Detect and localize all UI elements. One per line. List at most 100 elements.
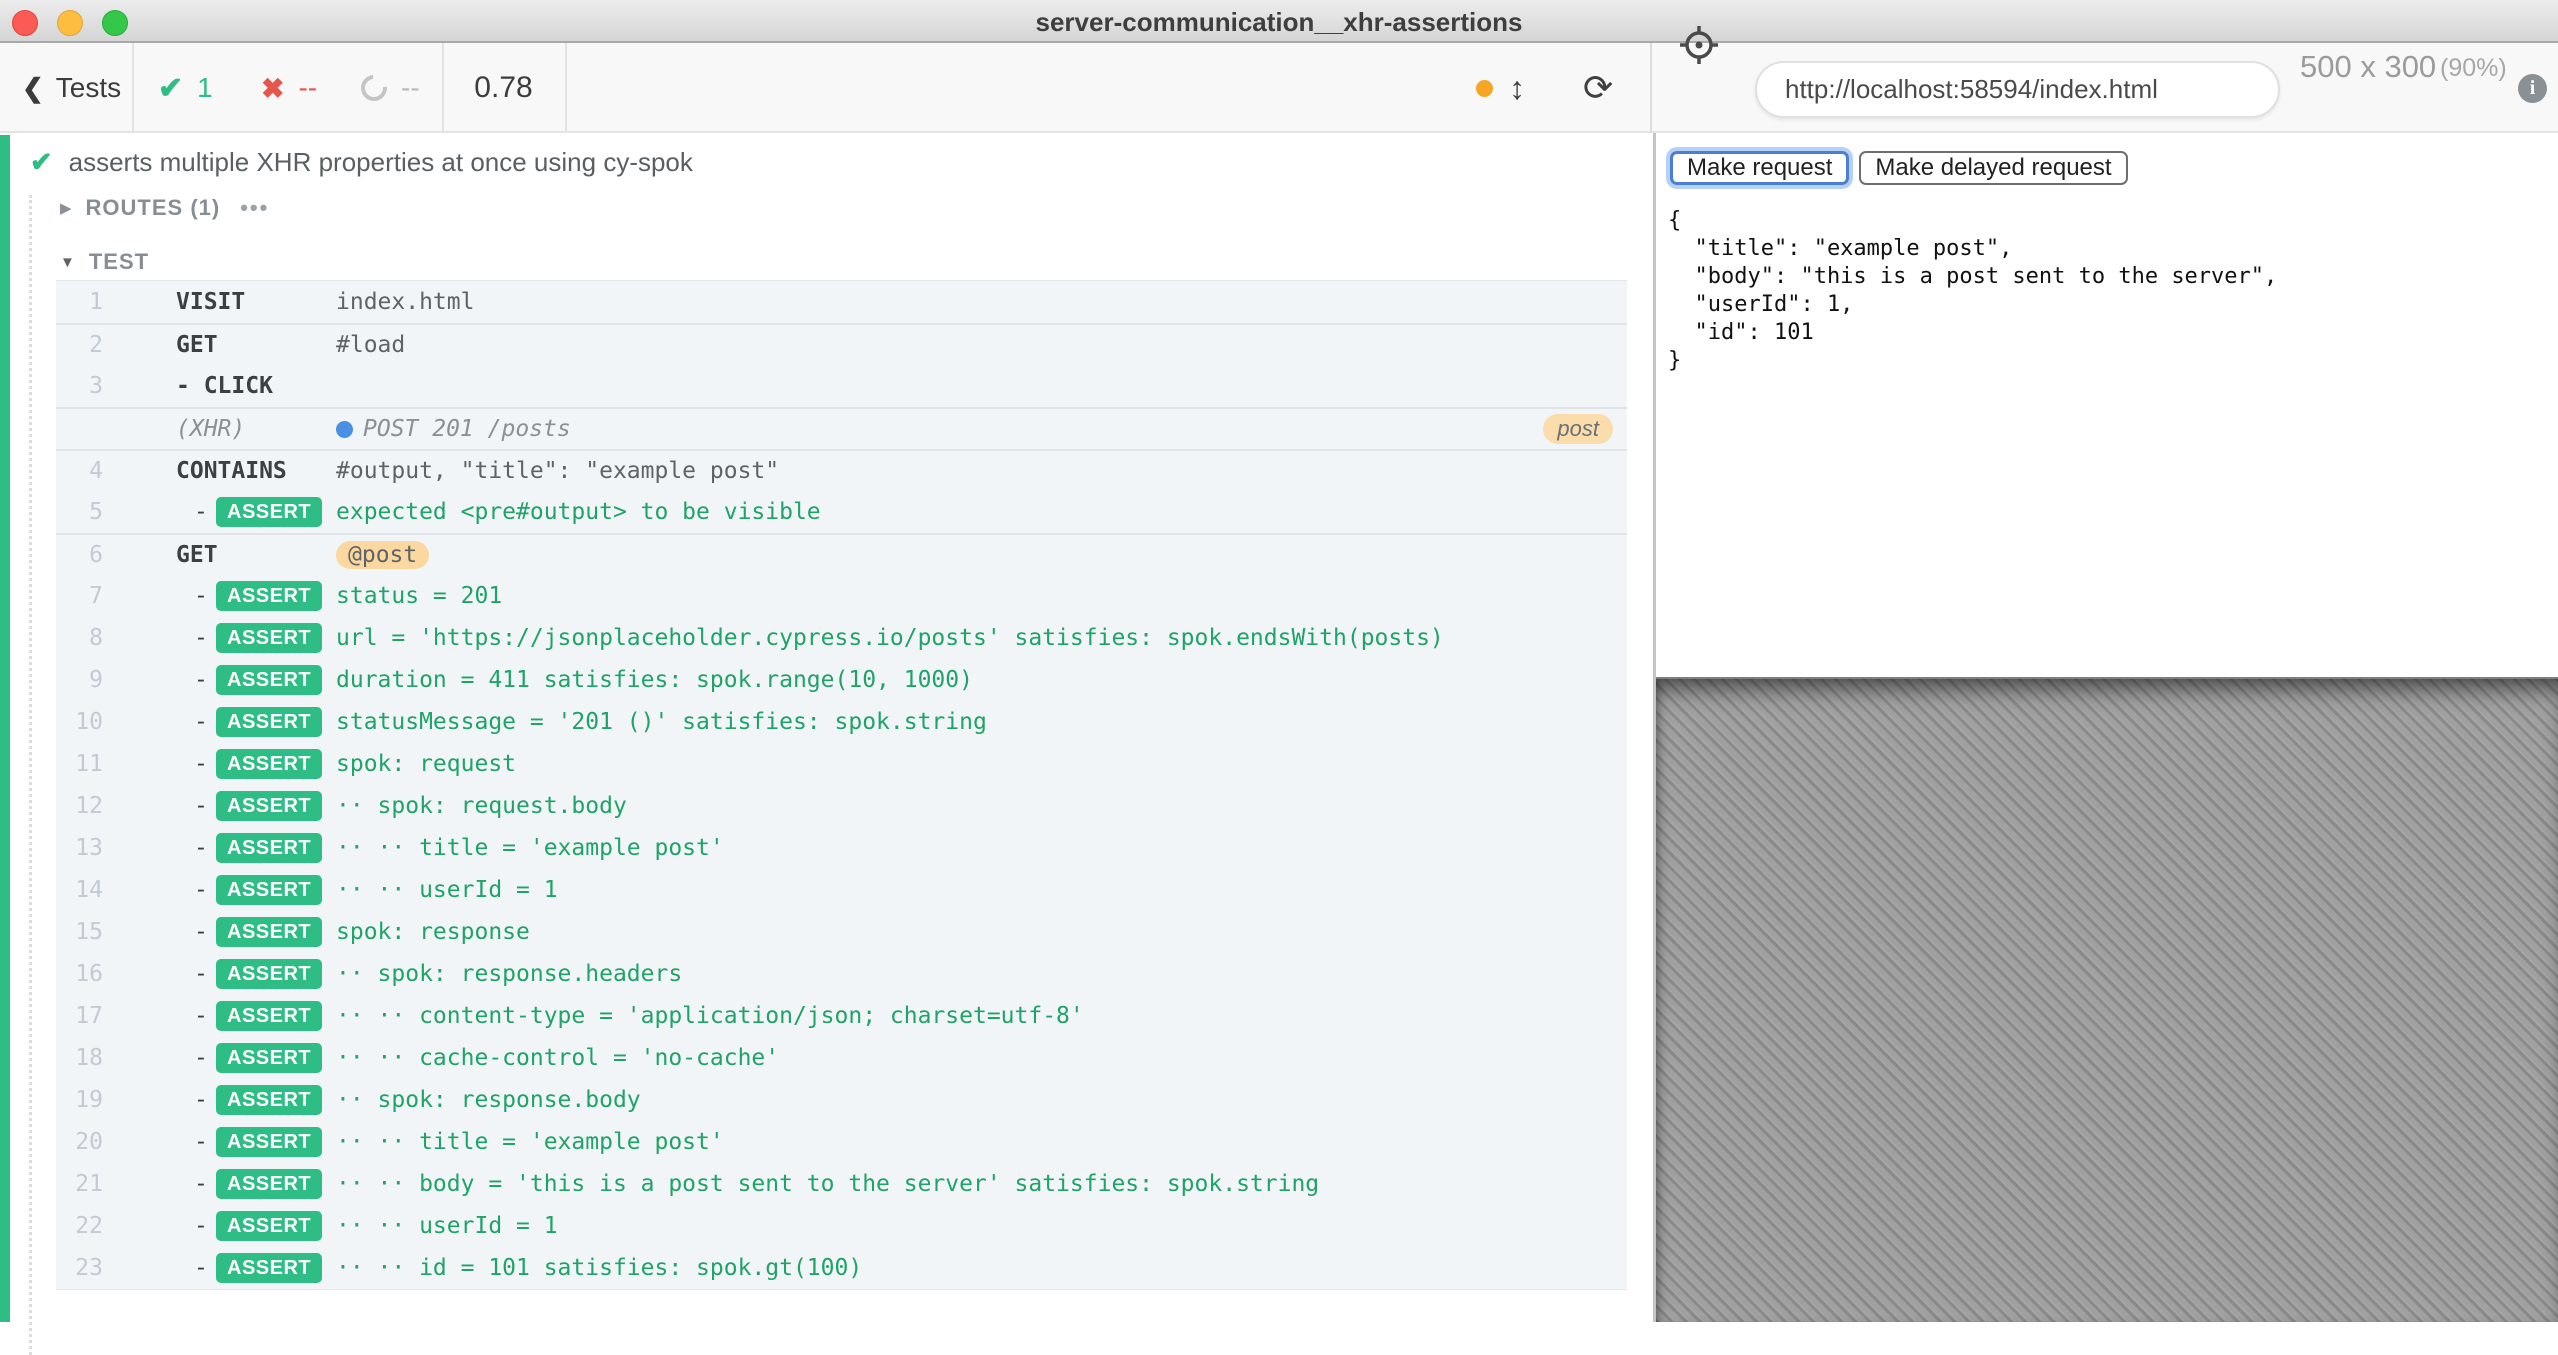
command-row[interactable]: 14-ASSERT·· ·· userId = 1 (56, 869, 1627, 911)
command-row[interactable]: 9-ASSERTduration = 411 satisfies: spok.r… (56, 659, 1627, 701)
info-icon[interactable]: i (2518, 74, 2547, 103)
command-method: GET (176, 332, 218, 358)
command-message: duration = 411 satisfies: spok.range(10,… (336, 667, 1507, 693)
command-row[interactable]: 6 GET @post (56, 533, 1627, 575)
command-number: 21 (56, 1171, 103, 1197)
command-number: 20 (56, 1129, 103, 1155)
command-method: GET (176, 542, 218, 568)
command-row[interactable]: 23-ASSERT·· ·· id = 101 satisfies: spok.… (56, 1247, 1627, 1289)
command-number: 23 (56, 1255, 103, 1281)
check-icon: ✔ (158, 71, 183, 106)
pending-count: -- (401, 72, 420, 104)
command-row[interactable]: 15-ASSERTspok: response (56, 911, 1627, 953)
command-message: ·· ·· title = 'example post' (336, 1129, 1507, 1155)
command-row[interactable]: 12-ASSERT·· spok: request.body (56, 785, 1627, 827)
command-message: status = 201 (336, 583, 1507, 609)
pending-stat: -- (361, 43, 420, 133)
command-row[interactable]: 1VISITindex.html (56, 281, 1627, 323)
assert-badge: ASSERT (216, 1127, 322, 1157)
aut-panel: Make requestMake delayed request { "titl… (1656, 133, 2558, 1322)
command-row[interactable]: 18-ASSERT·· ·· cache-control = 'no-cache… (56, 1037, 1627, 1079)
command-row[interactable]: 7-ASSERTstatus = 201 (56, 575, 1627, 617)
command-number: 19 (56, 1087, 103, 1113)
command-number: 14 (56, 877, 103, 903)
panel-divider (1650, 43, 1652, 133)
command-number: 18 (56, 1045, 103, 1071)
test-section-toggle[interactable]: ▼ TEST (60, 249, 149, 275)
make-delayed-request-button[interactable]: Make delayed request (1859, 151, 2127, 185)
assert-dash: - (194, 1171, 208, 1197)
command-method: - CLICK (176, 373, 273, 399)
command-row[interactable]: 3- CLICK (56, 365, 1627, 407)
refresh-icon[interactable]: ⟳ (1583, 43, 1613, 133)
command-message: expected <pre#output> to be visible (336, 499, 1507, 525)
assert-dash: - (194, 751, 208, 777)
routes-section-toggle[interactable]: ▶ ROUTES (1) ••• (60, 195, 269, 221)
command-row[interactable]: 2GET#load (56, 323, 1627, 365)
command-message: ·· ·· title = 'example post' (336, 835, 1507, 861)
command-row[interactable]: 17-ASSERT·· ·· content-type = 'applicati… (56, 995, 1627, 1037)
command-message: ·· ·· body = 'this is a post sent to the… (336, 1171, 1507, 1197)
selector-playground-button[interactable] (1678, 24, 1720, 66)
assert-dash: - (194, 961, 208, 987)
routes-options-dots-icon[interactable]: ••• (240, 195, 269, 221)
failed-count: -- (298, 72, 317, 104)
command-method: VISIT (176, 289, 245, 315)
command-message: POST 201 /posts (336, 416, 1507, 442)
command-message: ·· spok: response.body (336, 1087, 1507, 1113)
window-titlebar: server-communication__xhr-assertions (0, 0, 2558, 43)
command-row[interactable]: 4CONTAINS#output, "title": "example post… (56, 449, 1627, 491)
url-input[interactable]: http://localhost:58594/index.html (1755, 61, 2280, 118)
command-message: #load (336, 332, 1507, 358)
header-divider (132, 43, 134, 133)
assert-dash: - (194, 625, 208, 651)
command-message: @post (336, 541, 1507, 569)
passed-count: 1 (197, 72, 213, 104)
chevron-right-icon: ▶ (60, 199, 72, 217)
viewport-size-label[interactable]: 500 x 300 (2300, 0, 2436, 133)
command-number: 8 (56, 625, 103, 651)
command-row[interactable]: 21-ASSERT·· ·· body = 'this is a post se… (56, 1163, 1627, 1205)
assert-dash: - (194, 793, 208, 819)
assert-badge: ASSERT (216, 959, 322, 989)
command-number: 6 (56, 542, 103, 568)
aut-status-icons: ↕ (1476, 43, 1525, 133)
command-row[interactable]: 10-ASSERTstatusMessage = '201 ()' satisf… (56, 701, 1627, 743)
command-row[interactable]: 8-ASSERTurl = 'https://jsonplaceholder.c… (56, 617, 1627, 659)
command-row[interactable]: 19-ASSERT·· spok: response.body (56, 1079, 1627, 1121)
make-request-button[interactable]: Make request (1670, 151, 1849, 185)
assert-dash: - (194, 1255, 208, 1281)
command-row[interactable]: 13-ASSERT·· ·· title = 'example post' (56, 827, 1627, 869)
command-row[interactable]: 20-ASSERT·· ·· title = 'example post' (56, 1121, 1627, 1163)
command-row[interactable]: (XHR)POST 201 /postspost (56, 407, 1627, 449)
scroll-updown-icon[interactable]: ↕ (1509, 70, 1525, 107)
command-message: statusMessage = '201 ()' satisfies: spok… (336, 709, 1507, 735)
aut-buttons-row: Make request Make delayed request (1670, 151, 2128, 185)
command-number: 22 (56, 1213, 103, 1239)
command-number: 1 (56, 289, 103, 315)
assert-badge: ASSERT (216, 749, 322, 779)
command-number: 13 (56, 835, 103, 861)
command-row[interactable]: 5-ASSERTexpected <pre#output> to be visi… (56, 491, 1627, 533)
command-row[interactable]: 11-ASSERTspok: request (56, 743, 1627, 785)
test-title-row[interactable]: ✔ asserts multiple XHR properties at onc… (30, 147, 693, 178)
assert-dash: - (194, 583, 208, 609)
command-number: 9 (56, 667, 103, 693)
assert-dash: - (194, 1045, 208, 1071)
assert-badge: ASSERT (216, 707, 322, 737)
reporter-panel: ✔ asserts multiple XHR properties at onc… (0, 133, 1653, 1322)
passed-stat: ✔ 1 (158, 43, 213, 133)
assert-badge: ASSERT (216, 1001, 322, 1031)
back-to-tests-button[interactable]: ❮ Tests (22, 43, 121, 133)
command-message: ·· spok: request.body (336, 793, 1507, 819)
aut-iframe: Make requestMake delayed request { "titl… (1656, 133, 2558, 677)
command-message: ·· spok: response.headers (336, 961, 1507, 987)
failed-stat: ✖ -- (261, 43, 317, 133)
command-row[interactable]: 22-ASSERT·· ·· userId = 1 (56, 1205, 1627, 1247)
assert-badge: ASSERT (216, 917, 322, 947)
command-method: CONTAINS (176, 458, 287, 484)
alias-badge: @post (336, 541, 429, 569)
command-method: (XHR) (176, 416, 245, 442)
command-row[interactable]: 16-ASSERT·· spok: response.headers (56, 953, 1627, 995)
assert-dash: - (194, 499, 208, 525)
